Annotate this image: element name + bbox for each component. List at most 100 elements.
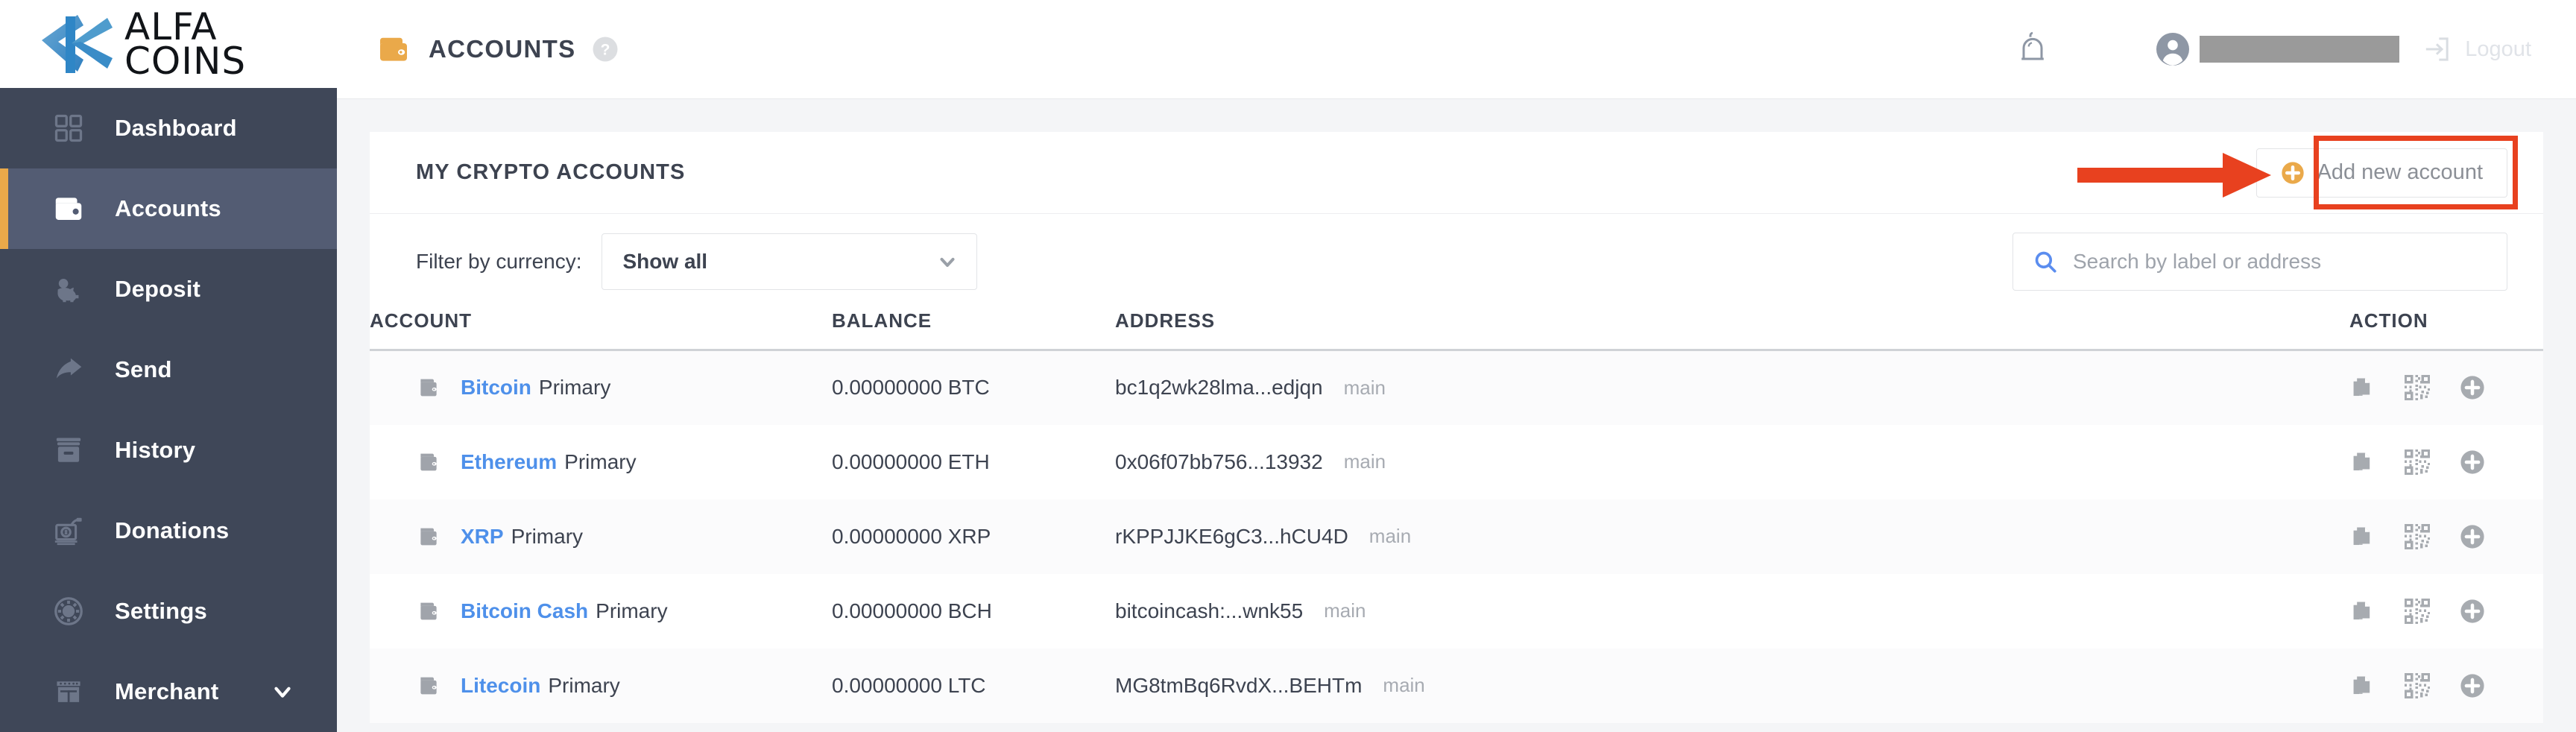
currency-link[interactable]: XRP xyxy=(461,525,504,549)
table-row[interactable]: XRP Primary 0.00000000 XRP rKPPJJKE6gC3.… xyxy=(370,499,2543,574)
bell-icon[interactable] xyxy=(2015,29,2051,69)
username-redacted xyxy=(2200,36,2400,63)
chevron-down-icon xyxy=(936,250,959,273)
copy-icon[interactable] xyxy=(2349,375,2375,400)
sidebar-item-history[interactable]: History xyxy=(0,410,337,490)
copy-icon[interactable] xyxy=(2349,449,2375,475)
brand-line-2: COINS xyxy=(124,40,247,83)
currency-link[interactable]: Bitcoin Cash xyxy=(461,599,588,623)
cell-action xyxy=(2349,425,2543,499)
account-address: bc1q2wk28lma...edjqn xyxy=(1115,376,1323,400)
share-arrow-icon xyxy=(48,349,89,391)
content-area: MY CRYPTO ACCOUNTS Add new account Filte… xyxy=(337,99,2576,732)
cell-address: rKPPJJKE6gC3...hCU4D main xyxy=(1115,499,2349,574)
column-header-account: ACCOUNT xyxy=(370,309,832,351)
cell-address: bitcoincash:...wnk55 main xyxy=(1115,574,2349,649)
qr-code-icon[interactable] xyxy=(2405,672,2430,698)
address-network-tag: main xyxy=(1383,674,1425,696)
plus-circle-icon[interactable] xyxy=(2460,375,2485,400)
brand-wordmark: ALFA COINS xyxy=(124,8,247,83)
filter-row: Filter by currency: Show all xyxy=(370,214,2543,309)
sidebar-item-merchant[interactable]: Merchant xyxy=(0,651,337,732)
account-address: rKPPJJKE6gC3...hCU4D xyxy=(1115,524,1348,548)
currency-filter-value: Show all xyxy=(622,250,708,273)
store-icon xyxy=(48,671,89,713)
sidebar-item-settings[interactable]: Settings xyxy=(0,571,337,651)
sidebar-item-label: Settings xyxy=(115,598,207,624)
search-input[interactable] xyxy=(2073,250,2487,274)
sidebar-item-label: History xyxy=(115,437,196,463)
topbar-right: Logout xyxy=(2015,29,2531,69)
qr-code-icon[interactable] xyxy=(2405,375,2430,401)
cell-account: Ethereum Primary xyxy=(370,425,832,499)
sidebar-item-deposit[interactable]: Deposit xyxy=(0,249,337,329)
qr-code-icon[interactable] xyxy=(2405,523,2430,549)
wallet-icon xyxy=(380,37,407,61)
cell-account: Bitcoin Cash Primary xyxy=(370,574,832,649)
sidebar-item-accounts[interactable]: Accounts xyxy=(0,168,337,249)
plus-circle-icon[interactable] xyxy=(2460,524,2485,549)
accounts-table-head: ACCOUNT BALANCE ADDRESS ACTION xyxy=(370,309,2543,351)
account-kind-label: Primary xyxy=(548,673,620,697)
add-new-account-button[interactable]: Add new account xyxy=(2255,148,2507,198)
sidebar-item-dashboard[interactable]: Dashboard xyxy=(0,88,337,168)
currency-link[interactable]: Litecoin xyxy=(461,674,540,698)
alfacoins-logo-icon xyxy=(42,15,113,73)
sidebar-item-label: Merchant xyxy=(115,678,219,704)
piggy-bank-icon xyxy=(48,268,89,310)
currency-filter-select[interactable]: Show all xyxy=(601,233,977,290)
qr-code-icon[interactable] xyxy=(2405,449,2430,475)
cell-account: Bitcoin Primary xyxy=(370,350,832,425)
cell-balance: 0.00000000 LTC xyxy=(832,673,986,697)
copy-icon[interactable] xyxy=(2349,524,2375,549)
cell-balance: 0.00000000 BCH xyxy=(832,599,992,622)
account-kind-label: Primary xyxy=(511,524,584,548)
sidebar-item-label: Donations xyxy=(115,517,230,543)
copy-icon[interactable] xyxy=(2349,673,2375,698)
logout-button[interactable]: Logout xyxy=(2465,37,2531,62)
address-network-tag: main xyxy=(1368,525,1412,547)
wallet-icon xyxy=(416,599,441,624)
cell-balance: 0.00000000 ETH xyxy=(832,449,990,473)
search-box[interactable] xyxy=(2012,233,2507,291)
accounts-table: ACCOUNT BALANCE ADDRESS ACTION Bitcoin P… xyxy=(370,309,2543,723)
cell-account: XRP Primary xyxy=(370,499,832,574)
topbar: ACCOUNTS ? Logout xyxy=(337,0,2576,99)
chevron-down-icon[interactable] xyxy=(270,679,295,704)
brand-logo[interactable]: ALFA COINS xyxy=(0,0,337,88)
cell-account: Litecoin Primary xyxy=(370,649,832,723)
table-row[interactable]: Ethereum Primary 0.00000000 ETH 0x06f07b… xyxy=(370,424,2543,499)
sidebar-item-donations[interactable]: Donations xyxy=(0,490,337,571)
account-address: 0x06f07bb756...13932 xyxy=(1115,449,1323,473)
cell-action xyxy=(2349,350,2543,425)
wallet-icon xyxy=(416,524,441,549)
account-kind-label: Primary xyxy=(564,449,637,473)
plus-circle-icon[interactable] xyxy=(2460,449,2485,475)
plus-circle-icon[interactable] xyxy=(2460,673,2485,698)
logout-arrow-icon[interactable] xyxy=(2422,34,2452,64)
cell-address: bc1q2wk28lma...edjqn main xyxy=(1115,350,2349,425)
sidebar-item-send[interactable]: Send xyxy=(0,329,337,410)
qr-code-icon[interactable] xyxy=(2405,598,2430,624)
question-circle-icon[interactable]: ? xyxy=(592,36,619,63)
currency-link[interactable]: Ethereum xyxy=(461,450,557,474)
grid-icon xyxy=(48,107,89,149)
cell-address: MG8tmBq6RvdX...BEHTm main xyxy=(1115,649,2349,723)
wallet-icon xyxy=(416,449,441,475)
sidebar-item-label: Deposit xyxy=(115,276,201,302)
avatar[interactable] xyxy=(2155,31,2191,67)
account-address: MG8tmBq6RvdX...BEHTm xyxy=(1115,673,1363,697)
table-row[interactable]: Bitcoin Primary 0.00000000 BTC bc1q2wk28… xyxy=(370,350,2543,425)
table-row[interactable]: Bitcoin Cash Primary 0.00000000 BCH bitc… xyxy=(370,573,2543,649)
sidebar-nav: Dashboard Accounts Deposit Send History … xyxy=(0,88,337,732)
account-address: bitcoincash:...wnk55 xyxy=(1115,599,1304,622)
cell-balance: 0.00000000 BTC xyxy=(832,376,990,400)
table-row[interactable]: Litecoin Primary 0.00000000 LTC MG8tmBq6… xyxy=(370,648,2543,723)
plus-circle-icon[interactable] xyxy=(2460,599,2485,624)
wallet-icon xyxy=(416,673,441,698)
my-crypto-accounts-card: MY CRYPTO ACCOUNTS Add new account Filte… xyxy=(370,132,2543,723)
main-area: ACCOUNTS ? Logout MY CRYPTO ACCOUNTS Add… xyxy=(337,0,2576,732)
card-header: MY CRYPTO ACCOUNTS Add new account xyxy=(370,132,2543,214)
currency-link[interactable]: Bitcoin xyxy=(461,376,531,400)
copy-icon[interactable] xyxy=(2349,599,2375,624)
